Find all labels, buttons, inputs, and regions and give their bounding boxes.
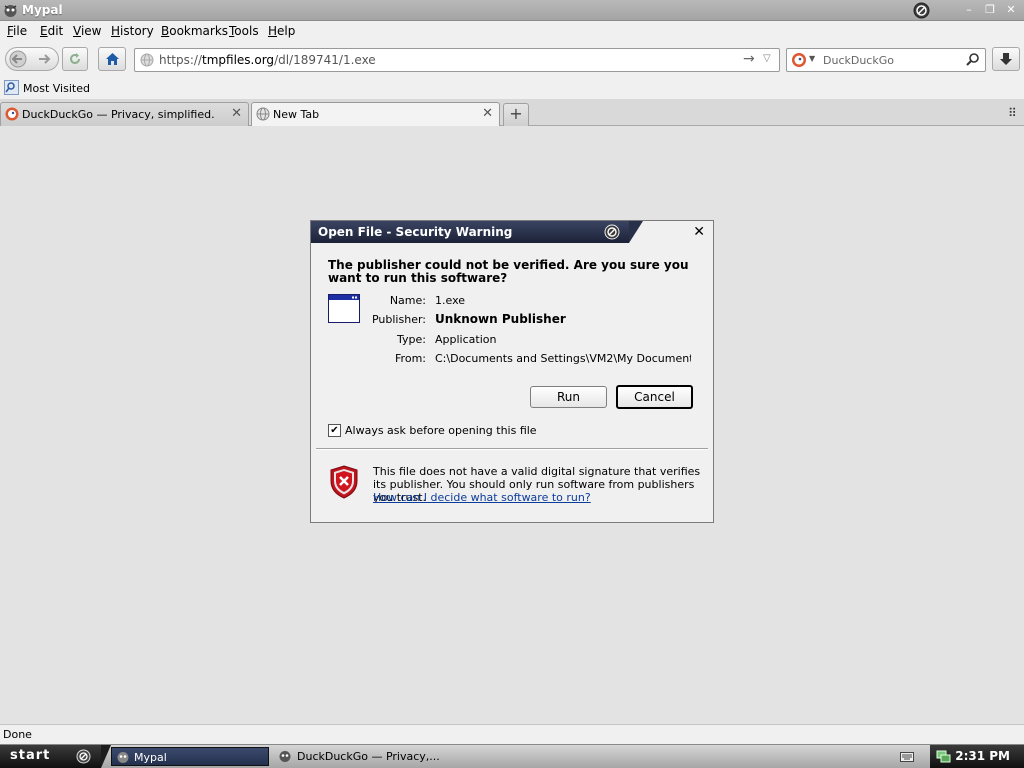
reload-icon [70, 53, 80, 64]
home-icon [106, 53, 119, 65]
dialog-globe-icon [604, 224, 620, 240]
clock[interactable]: 2:31 PM [955, 749, 1010, 763]
duckduckgo-icon [5, 107, 19, 121]
throbber-globe-icon [913, 2, 930, 19]
tab-close-icon[interactable]: ✕ [231, 106, 242, 121]
menu-history[interactable]: History [111, 24, 154, 38]
new-tab-button[interactable]: + [503, 103, 529, 126]
forward-arrow-icon[interactable] [36, 51, 52, 67]
globe-icon [256, 107, 270, 121]
search-bar[interactable]: ▼ [786, 48, 986, 72]
bookmarks-toolbar: Most Visited [0, 77, 1024, 99]
mypal-task-icon [117, 752, 129, 763]
menu-help[interactable]: Help [268, 24, 295, 38]
back-forward-group [5, 47, 59, 71]
site-identity-globe-icon[interactable] [140, 53, 154, 67]
cancel-button[interactable]: Cancel [616, 385, 693, 409]
minimize-button[interactable]: – [962, 3, 976, 17]
dialog-close-button[interactable]: ✕ [693, 224, 705, 240]
download-arrow-icon [1000, 53, 1012, 65]
name-value: 1.exe [435, 294, 466, 307]
always-ask-checkbox[interactable]: ✔ [328, 424, 341, 437]
menu-tools[interactable]: Tools [229, 24, 259, 38]
tab-list-grid-icon[interactable]: ⠿ [1008, 106, 1017, 120]
from-value: C:\Documents and Settings\VM2\My Documen… [435, 352, 691, 365]
security-shield-icon [330, 465, 358, 499]
menu-bar: File Edit View History Bookmarks Tools H… [0, 21, 1024, 41]
run-button[interactable]: Run [530, 386, 607, 408]
tab-close-icon[interactable]: ✕ [482, 106, 493, 121]
start-orb-icon [76, 749, 91, 764]
most-visited-label: Most Visited [23, 82, 90, 95]
taskbar-item-mypal-label: Mypal [134, 751, 167, 764]
from-label: From: [395, 352, 426, 365]
taskbar-item-duckduckgo-label: DuckDuckGo — Privacy,... [297, 750, 440, 763]
start-button[interactable]: start [0, 745, 111, 768]
search-input[interactable] [821, 51, 961, 69]
network-tray-icon[interactable] [936, 749, 951, 764]
dialog-title-bar[interactable]: Open File - Security Warning [311, 221, 643, 243]
menu-view[interactable]: View [73, 24, 101, 38]
navigation-toolbar: https://tmpfiles.org/dl/189741/1.exe → ▽… [0, 41, 1024, 77]
engine-dropdown-icon[interactable]: ▼ [809, 54, 815, 63]
restore-button[interactable]: ❐ [983, 3, 997, 17]
mypal-task-icon [279, 751, 291, 762]
taskbar: start Mypal DuckDuckGo — Privacy,... 2:3… [0, 744, 1024, 768]
mypal-app-icon [4, 5, 17, 17]
close-window-button[interactable]: ✕ [1004, 3, 1018, 17]
status-text: Done [3, 728, 32, 741]
most-visited-icon [4, 80, 19, 95]
tab-new-tab-label: New Tab [273, 108, 320, 121]
plus-icon: + [509, 104, 523, 123]
security-warning-dialog: Open File - Security Warning ✕ The publi… [310, 220, 714, 523]
search-icon[interactable] [965, 52, 980, 67]
duckduckgo-engine-icon[interactable] [791, 52, 807, 68]
url-bar[interactable]: https://tmpfiles.org/dl/189741/1.exe → ▽ [134, 48, 780, 72]
publisher-label: Publisher: [371, 313, 426, 326]
help-decide-link[interactable]: How can I decide what software to run? [373, 491, 591, 504]
keyboard-tray-icon[interactable] [900, 750, 914, 763]
name-label: Name: [389, 294, 426, 307]
reload-button[interactable] [62, 47, 88, 71]
dialog-divider [316, 448, 708, 450]
go-arrow-icon[interactable]: → [743, 51, 755, 67]
menu-bookmarks[interactable]: Bookmarks [161, 24, 228, 38]
type-label: Type: [397, 333, 426, 346]
type-value: Application [435, 333, 497, 346]
start-label: start [10, 748, 51, 763]
taskbar-item-mypal[interactable]: Mypal [111, 747, 269, 766]
tab-new-tab[interactable]: New Tab ✕ [251, 102, 500, 126]
tab-duckduckgo-label: DuckDuckGo — Privacy, simplified. [22, 108, 215, 121]
always-ask-label[interactable]: Always ask before opening this file [345, 424, 537, 437]
url-dropdown-icon[interactable]: ▽ [763, 53, 771, 64]
downloads-button[interactable] [992, 47, 1020, 71]
url-text[interactable]: https://tmpfiles.org/dl/189741/1.exe [159, 53, 376, 67]
menu-file[interactable]: File [7, 24, 27, 38]
publisher-question: The publisher could not be verified. Are… [328, 258, 689, 285]
tab-strip: DuckDuckGo — Privacy, simplified. ✕ New … [0, 99, 1024, 126]
publisher-value: Unknown Publisher [435, 312, 566, 326]
window-title-bar[interactable]: Mypal – ❐ ✕ [0, 0, 1024, 21]
system-tray: 2:31 PM [930, 745, 1024, 768]
tab-duckduckgo[interactable]: DuckDuckGo — Privacy, simplified. ✕ [0, 102, 249, 126]
home-button[interactable] [98, 47, 126, 71]
back-arrow-icon[interactable] [9, 50, 27, 68]
menu-edit[interactable]: Edit [40, 24, 63, 38]
window-title: Mypal [22, 3, 63, 17]
status-bar: Done [0, 724, 1024, 744]
dialog-title: Open File - Security Warning [318, 225, 513, 239]
application-window-icon [328, 294, 360, 323]
taskbar-item-duckduckgo[interactable]: DuckDuckGo — Privacy,... [275, 747, 440, 766]
